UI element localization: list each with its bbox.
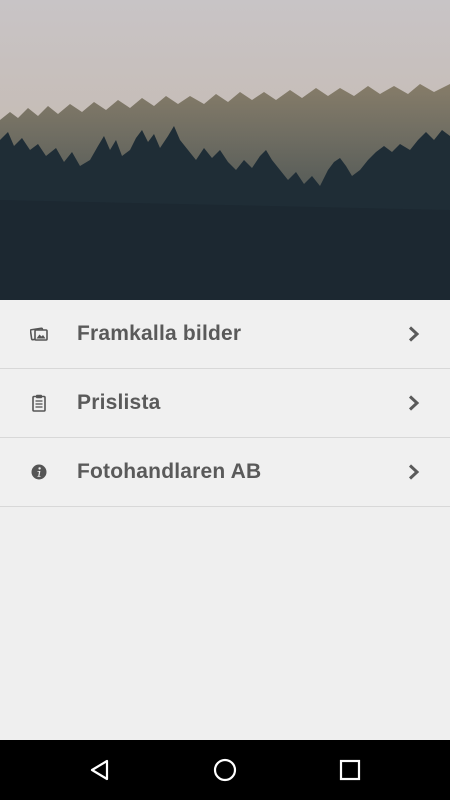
menu-item-label: Prislista bbox=[77, 391, 161, 414]
hero-image bbox=[0, 0, 450, 300]
menu-item-label: Fotohandlaren AB bbox=[77, 460, 262, 483]
menu-item-label: Framkalla bilder bbox=[77, 322, 242, 345]
menu-item-fotohandlaren-ab[interactable]: Fotohandlaren AB bbox=[0, 438, 450, 507]
forest-landscape-illustration bbox=[0, 0, 450, 300]
clipboard-icon bbox=[30, 394, 48, 412]
app-screen: Framkalla bilder Prislista Fotohandlaren… bbox=[0, 0, 450, 800]
chevron-right-icon bbox=[408, 395, 420, 411]
recents-square-icon[interactable] bbox=[338, 758, 362, 782]
home-circle-icon[interactable] bbox=[213, 758, 237, 782]
photos-icon bbox=[30, 325, 48, 343]
system-navigation-bar bbox=[0, 740, 450, 800]
menu-item-prislista[interactable]: Prislista bbox=[0, 369, 450, 438]
main-menu: Framkalla bilder Prislista Fotohandlaren… bbox=[0, 300, 450, 507]
chevron-right-icon bbox=[408, 464, 420, 480]
info-icon bbox=[30, 463, 48, 481]
back-triangle-icon[interactable] bbox=[88, 758, 112, 782]
menu-item-framkalla-bilder[interactable]: Framkalla bilder bbox=[0, 300, 450, 369]
chevron-right-icon bbox=[408, 326, 420, 342]
